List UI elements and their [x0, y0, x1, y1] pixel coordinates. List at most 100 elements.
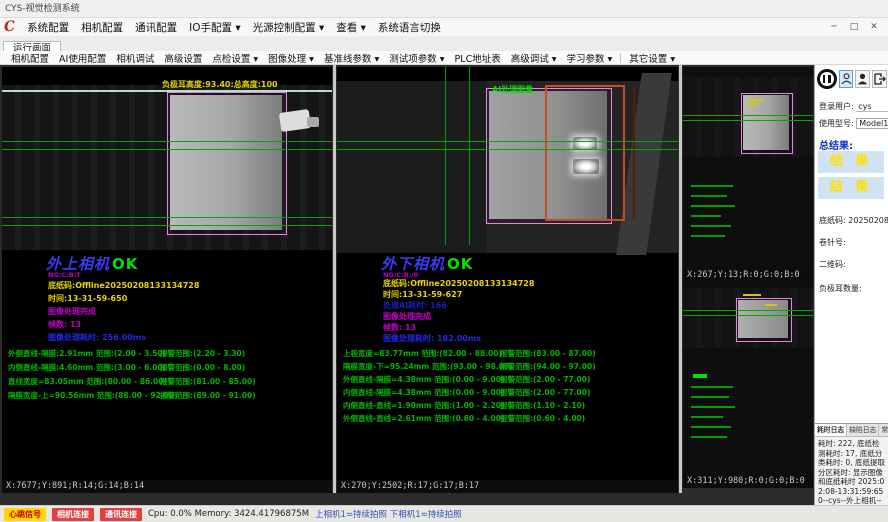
reference-line — [337, 141, 678, 142]
processing-done-line: 图像处理完成 — [48, 306, 96, 317]
menu-io-manual-config[interactable]: IO手配置 ▾ — [183, 19, 246, 36]
micro-label — [743, 294, 761, 296]
reference-vline — [445, 67, 446, 245]
tool-learning-params[interactable]: 学习参数 ▾ — [562, 51, 618, 65]
user-manage-button[interactable] — [855, 70, 870, 88]
micro-text-line — [691, 396, 729, 398]
tool-camera-debug[interactable]: 相机调试 — [111, 51, 159, 65]
tool-camera-config[interactable]: 相机配置 — [6, 51, 54, 65]
measurement-value: 内侧直线-隔膜:4.60mm 范围:(3.00 - 6.00) — [8, 362, 166, 373]
alarm-range: 报警范围:(0.60 - 4.00) — [500, 413, 585, 424]
tool-spot-check[interactable]: 点检设置 ▾ — [207, 51, 263, 65]
reference-line — [2, 141, 332, 142]
log-tab-normal[interactable]: 常规日志 — [879, 424, 888, 436]
reference-line — [2, 225, 332, 226]
menu-comm-config[interactable]: 通讯配置 — [129, 19, 183, 36]
tool-test-params[interactable]: 测试项参数 ▾ — [384, 51, 449, 65]
reference-vline — [469, 67, 470, 245]
model-value[interactable]: Model1 — [856, 118, 888, 129]
alarm-range: 报警范围:(94.00 - 97.00) — [500, 361, 596, 372]
measurement-row: 外侧直线-隔膜=4.38mm 范围:(0.00 - 9.00) 报警范围:(2.… — [337, 374, 678, 387]
qr-code-label: 二维码: — [819, 260, 846, 269]
micro-text-line — [691, 235, 725, 237]
alarm-range: 报警范围:(0.00 - 8.00) — [160, 362, 245, 373]
paper-code-value: 20250208 — [848, 216, 888, 225]
micro-ok-label — [693, 374, 707, 378]
measurement-value: 内侧直线-直线=1.90mm 范围:(1.00 - 2.20) — [343, 400, 504, 411]
thumbnail-camera-view-bottom — [683, 282, 813, 475]
login-user-value[interactable]: cys — [856, 102, 888, 112]
logout-button[interactable] — [872, 70, 887, 88]
ng-code-label: NG:C:B:T — [48, 271, 81, 279]
measurement-row: 直线宽度=83.05mm 范围:(80.00 - 86.00) 报警范围:(81… — [2, 376, 332, 389]
measurement-value: 隔膜宽度-下=95.24mm 范围:(93.00 - 98.00) — [343, 361, 513, 372]
upper-camera-pixel-coords: X:7677;Y:891;R:14;G:14;B:14 — [2, 480, 332, 493]
menu-system-config[interactable]: 系统配置 — [21, 19, 75, 36]
alarm-range: 报警范围:(89.00 - 91.00) — [160, 390, 256, 401]
tool-other-settings[interactable]: 其它设置 ▾ — [624, 51, 680, 65]
tool-image-processing[interactable]: 图像处理 ▾ — [263, 51, 319, 65]
log-panel: 耗时日志 缺陷日志 常规日志 耗时: 222, 底纸检测耗时: 17, 底纸分类… — [815, 423, 888, 505]
pause-button[interactable] — [817, 69, 837, 89]
measurement-row: 隔膜宽度-下=95.24mm 范围:(93.00 - 98.00) 报警范围:(… — [337, 361, 678, 374]
close-button[interactable]: ✕ — [864, 19, 884, 35]
micro-text-line — [691, 436, 727, 438]
menu-language-switch[interactable]: 系统语言切换 — [372, 19, 447, 36]
menu-view[interactable]: 查看 ▾ — [330, 19, 372, 36]
tool-advanced-debug[interactable]: 高级调试 ▾ — [506, 51, 562, 65]
reference-line — [2, 149, 332, 150]
elapsed-time-line: 图像处理耗时: 182.00ms — [383, 333, 481, 344]
log-tab-defect[interactable]: 缺陷日志 — [847, 424, 879, 436]
ai-image-label: AI处理图像 — [492, 84, 533, 95]
tool-ai-use-config[interactable]: AI使用配置 — [54, 51, 111, 65]
micro-text-line — [691, 205, 735, 207]
menu-bar: C 系统配置 相机配置 通讯配置 IO手配置 ▾ 光源控制配置 ▾ 查看 ▾ 系… — [0, 18, 888, 36]
measurement-value: 外侧直线-隔膜:2.91mm 范围:(2.00 - 3.50) — [8, 348, 166, 359]
alarm-range: 报警范围:(81.00 - 85.00) — [160, 376, 256, 387]
menu-camera-config[interactable]: 相机配置 — [75, 19, 129, 36]
vertical-splitter[interactable] — [333, 65, 336, 493]
roi-box-pink — [736, 298, 792, 342]
tool-advanced-settings[interactable]: 高级设置 — [159, 51, 207, 65]
processing-done-line: 图像处理完成 — [383, 311, 431, 322]
minimize-button[interactable]: ─ — [824, 19, 844, 35]
login-user-label: 登录用户: — [819, 102, 854, 111]
paper-code-line: 底纸码:Offline20250208133134728 — [383, 278, 534, 289]
maximize-button[interactable]: □ — [844, 19, 864, 35]
reference-line — [683, 310, 813, 311]
user-login-button[interactable] — [839, 70, 854, 88]
micro-text-line — [691, 195, 727, 197]
tool-plc-address-table[interactable]: PLC地址表 — [450, 51, 506, 65]
tool-baseline-params[interactable]: 基准线参数 ▾ — [319, 51, 384, 65]
measurement-value: 外侧直线-直线=2.61mm 范围:(0.60 - 4.00) — [343, 413, 504, 424]
ok-result: OK — [447, 255, 473, 273]
thumbnail-bottom-pixel-coords: X:311;Y:980;R:0;G:0;B:0 — [683, 475, 813, 488]
micro-text-line — [691, 416, 723, 418]
total-result-label: 总结果: — [819, 137, 853, 152]
ai-elapsed-line: 处理AI耗时: 166 — [383, 300, 447, 311]
micro-label — [747, 103, 759, 105]
needle-number-label: 卷针号: — [819, 238, 846, 247]
tab-highlight — [573, 159, 599, 174]
ok-result: OK — [112, 255, 138, 273]
user-icon — [841, 70, 852, 89]
camera-mode-status: 上相机1=持续拍照 下相机1=持续拍照 — [315, 508, 462, 520]
log-tabs: 耗时日志 缺陷日志 常规日志 — [815, 424, 888, 437]
micro-text-line — [691, 406, 735, 408]
menu-light-control-config[interactable]: 光源控制配置 ▾ — [247, 19, 331, 36]
connector-tip — [307, 117, 319, 127]
control-side-panel: 登录用户: cys 使用型号: Model1 总结果: 结 果 结 果 底纸码:… — [814, 65, 888, 505]
control-buttons — [817, 69, 887, 89]
toolbar-separator — [620, 53, 621, 63]
alarm-range: 报警范围:(2.00 - 77.00) — [500, 387, 590, 398]
paper-code-line: 底纸码:Offline20250208133134728 — [48, 280, 199, 291]
measurement-row: 隔膜宽度-上=90.56mm 范围:(88.00 - 92.00) 报警范围:(… — [2, 390, 332, 403]
vertical-splitter[interactable] — [679, 65, 682, 493]
lower-camera-view: AI处理图像 外下相机OK NG:C:B:/0 底纸码:Offline20250… — [337, 67, 678, 480]
app-window: CYS-视觉检测系统 C 系统配置 相机配置 通讯配置 IO手配置 ▾ 光源控制… — [0, 0, 888, 522]
log-tab-elapsed[interactable]: 耗时日志 — [815, 424, 847, 436]
frame-count-line: 帧数: 13 — [48, 319, 81, 330]
measurement-row: 内侧直线-隔膜=4.38mm 范围:(0.00 - 9.00) 报警范围:(2.… — [337, 387, 678, 400]
cpu-memory-status: Cpu: 0.0% Memory: 3424.41796875M — [148, 509, 309, 519]
result-badge-lower: 结 果 — [818, 177, 884, 199]
